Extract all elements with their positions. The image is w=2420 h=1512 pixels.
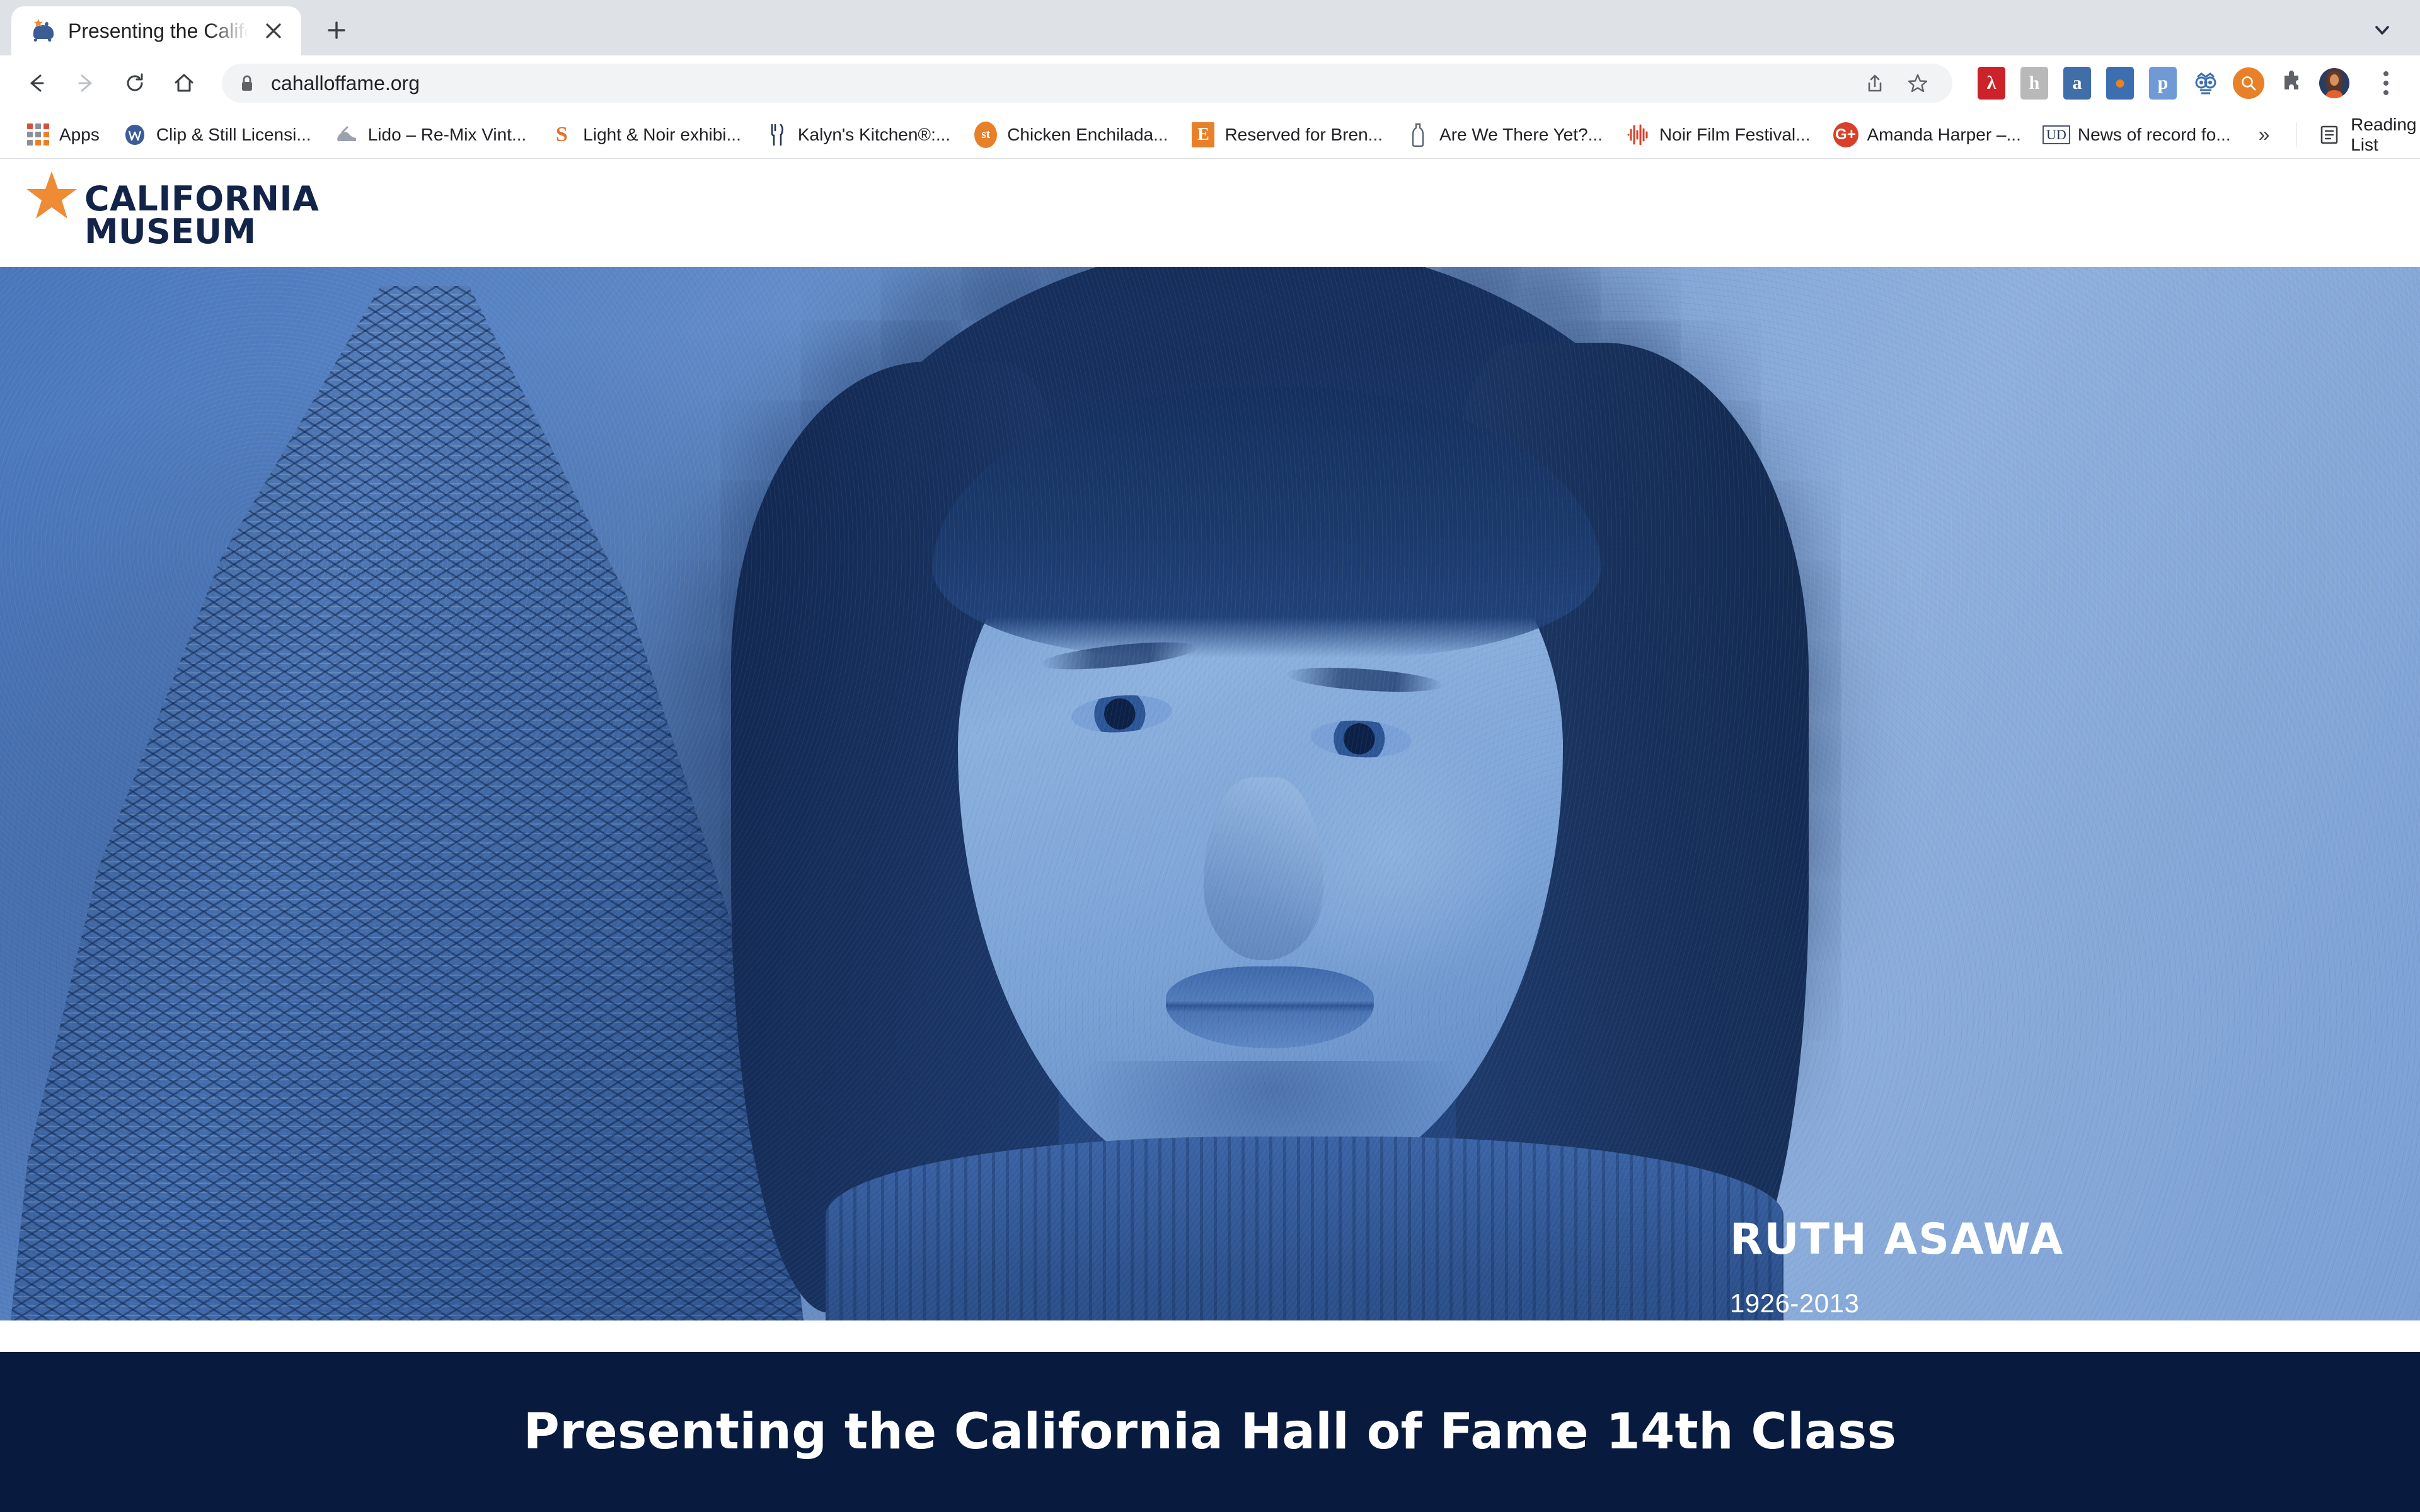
address-bar-url: cahalloffame.org	[271, 71, 420, 94]
chevron-double-right-icon[interactable]: »	[2242, 119, 2286, 150]
bookmark-label: Light & Noir exhibi...	[583, 124, 741, 144]
forward-arrow-icon[interactable]	[63, 60, 108, 106]
site-logo[interactable]: CALIFORNIA MUSEUM	[24, 171, 320, 251]
tab-title: Presenting the California Hall o	[68, 19, 248, 42]
reading-list-button[interactable]: Reading List	[2307, 110, 2420, 160]
star-icon[interactable]	[1899, 65, 1936, 101]
site-logo-text: CALIFORNIA MUSEUM	[84, 178, 320, 251]
bookmark-label: Lido – Re-Mix Vint...	[367, 124, 527, 144]
amazon-assistant-extension-icon[interactable]: a	[2061, 67, 2094, 100]
logo-line-1: CALIFORNIA	[84, 179, 320, 219]
bottle-icon	[1405, 122, 1431, 147]
bookmark-label: Reserved for Bren...	[1224, 124, 1383, 144]
bookmark-amanda-harper[interactable]: G+ Amanda Harper –...	[1822, 117, 2032, 152]
extensions-row: λ h a ● p	[1975, 66, 2404, 101]
reading-list-icon	[2317, 122, 2342, 147]
ud-letter-icon: UD	[2042, 122, 2070, 147]
mozilla-vpn-extension-icon[interactable]: ●	[2104, 67, 2136, 100]
bookmark-kalyns-kitchen[interactable]: Kalyn's Kitchen®:...	[752, 117, 962, 152]
close-icon[interactable]	[260, 17, 287, 45]
extensions-puzzle-icon[interactable]	[2275, 67, 2308, 100]
bookmark-label: Apps	[59, 124, 100, 144]
bookmark-label: News of record fo...	[2077, 124, 2231, 144]
bookmark-label: Noir Film Festival...	[1659, 124, 1811, 144]
bookmark-reserved-for-brendan[interactable]: E Reserved for Bren...	[1179, 117, 1394, 152]
honey-extension-icon[interactable]: h	[2018, 67, 2051, 100]
fork-knife-icon	[764, 122, 789, 147]
bookmarks-overflow: » Reading List	[2242, 110, 2420, 160]
reload-icon[interactable]	[112, 60, 158, 106]
profile-avatar[interactable]	[2318, 67, 2351, 100]
pinterest-extension-icon[interactable]: p	[2146, 67, 2179, 100]
bookmark-label: Amanda Harper –...	[1867, 124, 2021, 144]
bookmarks-bar: Apps Clip & Still Licensi... Lido – Re-M…	[0, 111, 2420, 159]
st-badge-icon: st	[973, 121, 998, 148]
reading-list-label: Reading List	[2351, 114, 2417, 154]
warner-bros-icon	[122, 122, 147, 147]
new-tab-button[interactable]	[314, 8, 359, 53]
page-content: CALIFORNIA MUSEUM RUTH ASAWA 1926-2013 P…	[0, 159, 2420, 1512]
bookmark-chicken-enchiladas[interactable]: st Chicken Enchilada...	[962, 117, 1179, 152]
browser-tab[interactable]: Presenting the California Hall o	[11, 6, 301, 55]
owl-extension-icon[interactable]	[2189, 67, 2222, 100]
bookmark-label: Are We There Yet?...	[1439, 124, 1603, 144]
bookmark-clip-still-licensing[interactable]: Clip & Still Licensi...	[111, 117, 323, 152]
s-letter-icon: S	[555, 122, 568, 146]
google-plus-icon: G+	[1833, 122, 1858, 147]
bookmark-label: Chicken Enchilada...	[1007, 124, 1168, 144]
promo-banner-text: Presenting the California Hall of Fame 1…	[523, 1404, 1897, 1460]
site-header: CALIFORNIA MUSEUM	[0, 159, 2420, 267]
tab-strip: Presenting the California Hall o	[0, 0, 2420, 55]
address-bar[interactable]: cahalloffame.org	[222, 64, 1952, 103]
bookmark-apps[interactable]: Apps	[14, 117, 111, 152]
share-icon[interactable]	[1857, 65, 1893, 101]
star-icon	[24, 168, 79, 223]
bookmark-label: Kalyn's Kitchen®:...	[797, 124, 951, 144]
search-magnifier-extension-icon[interactable]	[2232, 67, 2265, 100]
logo-line-2: MUSEUM	[84, 212, 256, 251]
bookmark-are-we-there-yet[interactable]: Are We There Yet?...	[1394, 117, 1614, 152]
shoe-icon	[334, 122, 359, 147]
hero-text-block: RUTH ASAWA 1926-2013 ARTS Learn more © 2…	[1730, 1218, 2297, 1320]
home-icon[interactable]	[161, 60, 207, 106]
waveform-icon	[1625, 122, 1651, 147]
adobe-acrobat-extension-icon[interactable]: λ	[1975, 67, 2008, 100]
promo-banner[interactable]: Presenting the California Hall of Fame 1…	[0, 1352, 2420, 1512]
browser-window: Presenting the California Hall o	[0, 0, 2420, 1512]
hero-image-ruth-asawa	[0, 267, 2420, 1320]
browser-toolbar: cahalloffame.org λ h a ● p	[0, 55, 2420, 111]
hero-inductee-years: 1926-2013	[1730, 1288, 1860, 1318]
bookmark-noir-film-festival[interactable]: Noir Film Festival...	[1614, 117, 1822, 152]
bookmark-light-noir-exhibit[interactable]: S Light & Noir exhibi...	[538, 117, 752, 152]
hero-inductee-name: RUTH ASAWA	[1730, 1215, 2065, 1264]
omnibox-actions	[1857, 65, 1936, 101]
back-arrow-icon[interactable]	[14, 60, 59, 106]
lock-icon	[238, 72, 257, 94]
three-dot-menu-icon[interactable]	[2368, 66, 2404, 101]
e-letter-icon: E	[1190, 122, 1216, 147]
bookmark-label: Clip & Still Licensi...	[156, 124, 311, 144]
hero-carousel: RUTH ASAWA 1926-2013 ARTS Learn more © 2…	[0, 267, 2420, 1320]
bear-star-icon	[30, 18, 57, 44]
bookmark-lido-remix-vintage[interactable]: Lido – Re-Mix Vint...	[323, 117, 538, 152]
chevron-down-icon[interactable]	[2366, 14, 2399, 47]
bookmark-news-of-record[interactable]: UD News of record fo...	[2032, 117, 2242, 152]
apps-grid-icon	[25, 122, 50, 147]
